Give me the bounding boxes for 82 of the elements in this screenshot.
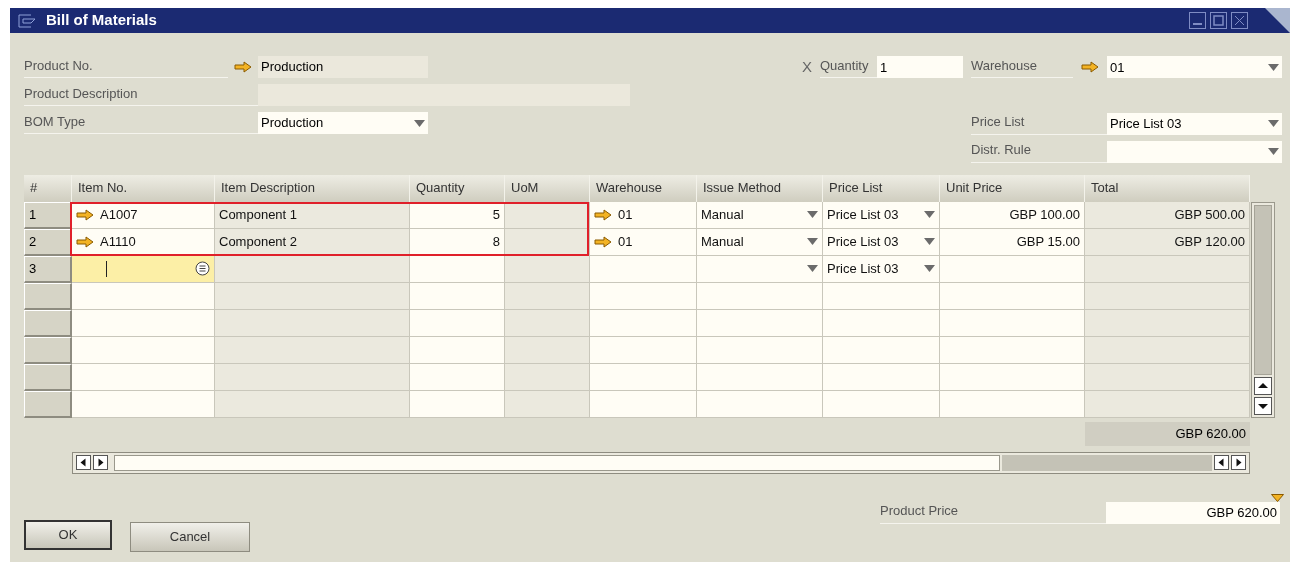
column-header[interactable]: Warehouse bbox=[590, 174, 697, 202]
caret-icon[interactable] bbox=[924, 265, 935, 272]
column-header[interactable]: Unit Price bbox=[940, 174, 1085, 202]
link-arrow-icon[interactable] bbox=[76, 235, 94, 248]
caret-icon[interactable] bbox=[414, 119, 425, 127]
column-header[interactable]: Total bbox=[1085, 174, 1250, 202]
expand-icon[interactable] bbox=[1271, 493, 1284, 502]
field-label: Warehouse bbox=[971, 56, 1037, 75]
caret-icon[interactable] bbox=[1268, 120, 1279, 127]
caret-icon[interactable] bbox=[807, 265, 818, 272]
scroll-left-icon[interactable] bbox=[76, 455, 91, 470]
dropdown-cell[interactable]: Manual bbox=[697, 228, 823, 256]
link-arrow-icon[interactable] bbox=[76, 208, 94, 221]
field-label: Distr. Rule bbox=[971, 141, 1031, 159]
product-description-field[interactable] bbox=[258, 84, 630, 106]
scroll-left-icon[interactable] bbox=[1214, 455, 1229, 470]
bom-type-dropdown[interactable]: Production bbox=[258, 112, 428, 134]
field-label: Quantity bbox=[820, 56, 869, 75]
table-cell: GBP 15.00 bbox=[940, 228, 1085, 256]
row-number[interactable] bbox=[24, 309, 72, 337]
field-label: BOM Type bbox=[24, 112, 86, 131]
column-header[interactable]: UoM bbox=[505, 174, 590, 202]
item-no-input[interactable] bbox=[72, 255, 215, 283]
quantity-field[interactable]: 1 bbox=[877, 56, 963, 79]
link-arrow-icon[interactable] bbox=[594, 235, 612, 248]
field-label: Product Price bbox=[880, 502, 959, 520]
scrollbar-thumb[interactable] bbox=[1254, 204, 1272, 375]
caret-icon[interactable] bbox=[924, 211, 935, 218]
link-arrow-icon[interactable] bbox=[594, 208, 612, 221]
dialog-button[interactable]: Cancel bbox=[130, 521, 250, 552]
column-header[interactable]: # bbox=[24, 174, 72, 202]
maximize-icon[interactable] bbox=[1210, 12, 1227, 29]
caret-icon[interactable] bbox=[807, 211, 818, 218]
dropdown-cell[interactable]: Price List 03 bbox=[823, 201, 940, 229]
row-number[interactable] bbox=[24, 336, 72, 364]
caret-icon[interactable] bbox=[1268, 148, 1279, 155]
row-number[interactable] bbox=[24, 363, 72, 391]
link-cell[interactable]: 01 bbox=[590, 228, 697, 256]
column-header[interactable]: Issue Method bbox=[697, 174, 823, 202]
column-header[interactable]: Price List bbox=[823, 174, 940, 202]
table-cell: GBP 120.00 bbox=[1085, 228, 1250, 256]
list-icon[interactable] bbox=[195, 261, 210, 276]
caret-icon[interactable] bbox=[924, 238, 935, 245]
column-header[interactable]: Item No. bbox=[72, 174, 215, 202]
window-title: Bill of Materials bbox=[46, 10, 157, 31]
warehouse-dropdown[interactable]: 01 bbox=[1107, 56, 1282, 79]
product-no-field[interactable]: Production bbox=[258, 56, 428, 78]
dropdown-cell[interactable]: Price List 03 bbox=[823, 255, 940, 283]
product-price-field: GBP 620.00 bbox=[1106, 501, 1280, 524]
close-icon[interactable] bbox=[1231, 12, 1248, 29]
link-cell[interactable]: 01 bbox=[590, 201, 697, 229]
scrollbar-track[interactable] bbox=[1002, 454, 1212, 471]
row-number[interactable] bbox=[24, 282, 72, 310]
scroll-right-icon[interactable] bbox=[93, 455, 108, 470]
dropdown-cell[interactable]: Price List 03 bbox=[823, 228, 940, 256]
dropdown-cell[interactable]: Manual bbox=[697, 201, 823, 229]
window-icon bbox=[18, 13, 36, 28]
column-header[interactable]: Quantity bbox=[410, 174, 505, 202]
scroll-right-icon[interactable] bbox=[1231, 455, 1246, 470]
link-arrow-icon[interactable] bbox=[1081, 61, 1099, 74]
field-label: Product Description bbox=[24, 84, 138, 103]
field-label: Product No. bbox=[24, 56, 93, 75]
row-number[interactable] bbox=[24, 390, 72, 418]
link-arrow-icon[interactable] bbox=[234, 61, 252, 73]
scrollbar-thumb[interactable] bbox=[114, 454, 1000, 471]
quantity-marker: X bbox=[802, 57, 812, 77]
minimize-icon[interactable] bbox=[1189, 12, 1206, 29]
vertical-scrollbar[interactable] bbox=[1251, 201, 1275, 418]
field-label: Price List bbox=[971, 113, 1025, 131]
dropdown-cell[interactable] bbox=[697, 255, 823, 283]
caret-icon[interactable] bbox=[807, 238, 818, 245]
row-number[interactable]: 3 bbox=[24, 255, 72, 283]
table-cell: GBP 100.00 bbox=[940, 201, 1085, 229]
column-total: GBP 620.00 bbox=[1085, 421, 1250, 446]
scroll-up-icon[interactable] bbox=[1254, 376, 1272, 395]
column-header[interactable]: Item Description bbox=[215, 174, 410, 202]
table-cell: GBP 500.00 bbox=[1085, 201, 1250, 229]
caret-icon[interactable] bbox=[1268, 63, 1279, 71]
price-list-dropdown[interactable]: Price List 03 bbox=[1107, 112, 1282, 135]
text-cursor bbox=[106, 260, 107, 277]
scroll-down-icon[interactable] bbox=[1254, 396, 1272, 415]
dialog-button[interactable]: OK bbox=[24, 519, 112, 550]
